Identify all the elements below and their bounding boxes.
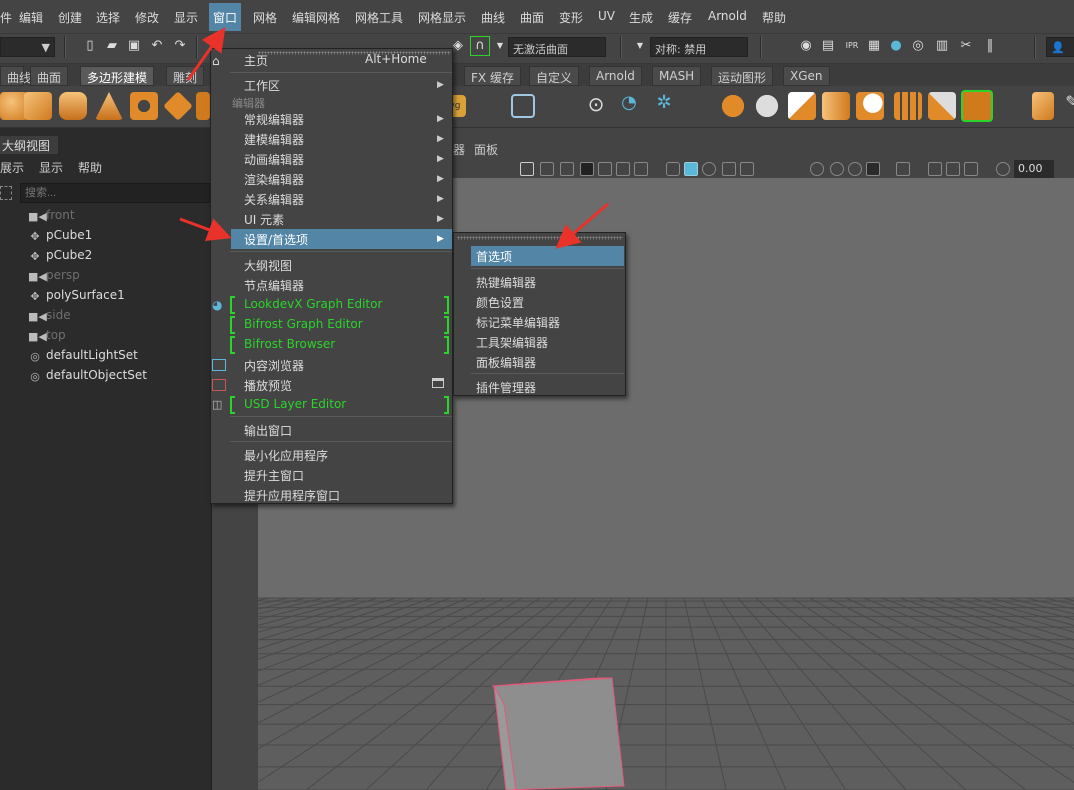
arrow-to-preferences bbox=[555, 202, 609, 249]
arrow-to-windows-menu bbox=[186, 27, 226, 81]
annotation-arrows bbox=[179, 27, 609, 249]
arrow-to-settings-item bbox=[179, 217, 232, 242]
